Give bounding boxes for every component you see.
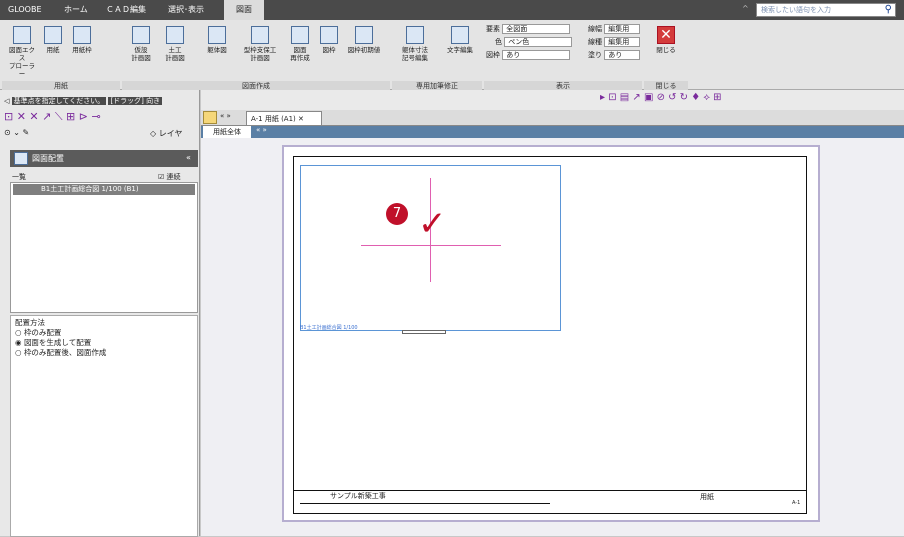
tab-nav[interactable]: « » xyxy=(220,112,231,120)
dimension-icon xyxy=(406,26,424,44)
app-menu-tab[interactable]: GLOOBE xyxy=(2,0,48,20)
paper-frame-button[interactable]: 用紙枠 xyxy=(68,26,96,54)
checkmark-icon: ✓ xyxy=(418,204,447,244)
list-item[interactable]: B1土工計画総合図 1/100 (B1) xyxy=(13,184,195,195)
explorer-icon xyxy=(13,26,31,44)
title-block-line xyxy=(300,503,550,504)
document-tab[interactable]: A-1 用紙 (A1) ✕ xyxy=(246,111,322,126)
linewidth-select[interactable]: 編集用 xyxy=(604,24,641,34)
element-row: 要素 全図面 xyxy=(486,24,571,34)
prompt-bar: ◁ 基準点を指定してください。 [ドラッグ] 向き xyxy=(4,97,163,105)
frame-defaults-button[interactable]: 図枠初期値 xyxy=(342,26,386,54)
linetype-row: 線種 編集用 xyxy=(588,37,641,47)
drawing-explorer-button[interactable]: 図面エクス プローラー xyxy=(6,26,38,78)
earthwork-icon xyxy=(166,26,184,44)
sheet-nav[interactable]: « » xyxy=(256,126,267,134)
linewidth-row: 線幅 編集用 xyxy=(588,24,641,34)
new-sheet-icon[interactable] xyxy=(203,111,217,124)
sheet-name: 用紙 xyxy=(700,493,714,501)
tab-drawing[interactable]: 図面 xyxy=(224,0,264,20)
option-frame-then-create[interactable]: ○ 枠のみ配置後、図面作成 xyxy=(15,348,193,358)
group-close: 閉じる xyxy=(644,81,688,90)
tab-cad-edit[interactable]: ＣＡＤ編集 xyxy=(100,0,152,20)
project-name: サンプル新築工事 xyxy=(330,492,386,500)
list-header: 一覧 xyxy=(12,173,26,181)
collapse-icon[interactable]: « xyxy=(186,153,191,162)
tool-options[interactable]: ⊙ ⌄ ✎ xyxy=(4,128,44,140)
text-edit-icon xyxy=(451,26,469,44)
drawing-frame-icon xyxy=(320,26,338,44)
close-button[interactable]: ✕ 閉じる xyxy=(652,26,680,54)
step-badge: 7 xyxy=(386,203,408,225)
fill-row: 塗り あり xyxy=(588,50,641,60)
redraw-icon xyxy=(291,26,309,44)
paper-frame-icon xyxy=(73,26,91,44)
color-row: 色 ペン色 xyxy=(495,37,573,47)
group-paper: 用紙 xyxy=(2,81,120,90)
cursor-horizontal xyxy=(361,245,501,246)
layer-button[interactable]: ◇ レイヤ xyxy=(150,128,198,140)
close-icon: ✕ xyxy=(657,26,675,44)
paper-button[interactable]: 用紙 xyxy=(40,26,66,54)
element-select[interactable]: 全図面 xyxy=(502,24,571,34)
option-frame-only[interactable]: ○ 枠のみ配置 xyxy=(15,328,193,338)
linetype-select[interactable]: 編集用 xyxy=(604,37,641,47)
color-select[interactable]: ペン色 xyxy=(504,37,573,47)
drawing-place-icon xyxy=(14,152,28,165)
earthwork-plan-button[interactable]: 土工 計画図 xyxy=(160,26,190,62)
frame-drawing-icon xyxy=(208,26,226,44)
eraser-icon: ◇ xyxy=(150,129,157,138)
search-icon[interactable]: ⚲ xyxy=(885,4,892,15)
frame-defaults-icon xyxy=(355,26,373,44)
group-drawing-create: 図面作成 xyxy=(122,81,390,90)
search-input[interactable]: 検索したい語句を入力 ⚲ xyxy=(756,3,896,17)
tab-select-display[interactable]: 選択･表示 xyxy=(162,0,210,20)
drawing-frame-button[interactable]: 図枠 xyxy=(318,26,340,54)
continuous-checkbox[interactable]: ☑ 連続 xyxy=(158,172,181,182)
view-caption: B1土工計画総合図 1/100 xyxy=(300,325,358,331)
sheet-tab-all[interactable]: 用紙全体 xyxy=(203,126,251,138)
dimension-edit-button[interactable]: 躯体寸法 記号編集 xyxy=(398,26,432,62)
view-handle[interactable] xyxy=(402,330,446,334)
drawing-list: B1土工計画総合図 1/100 (B1) xyxy=(10,182,198,313)
temporary-plan-icon xyxy=(132,26,150,44)
ribbon-collapse-icon[interactable]: ^ xyxy=(742,4,749,13)
frame-select[interactable]: あり xyxy=(502,50,571,60)
method-title: 配置方法 xyxy=(15,318,45,327)
sheet-tab-bar xyxy=(201,126,904,138)
temporary-plan-button[interactable]: 仮設 計画図 xyxy=(126,26,156,62)
paper-icon xyxy=(44,26,62,44)
sheet-number: A-1 xyxy=(792,500,801,506)
formwork-plan-button[interactable]: 型枠支保工 計画図 xyxy=(240,26,280,62)
tab-home[interactable]: ホーム xyxy=(58,0,94,20)
option-generate-place[interactable]: ◉ 図面を生成して配置 xyxy=(15,338,193,348)
frame-row: 図枠 あり xyxy=(486,50,571,60)
redraw-button[interactable]: 図面 再作成 xyxy=(286,26,314,62)
frame-drawing-button[interactable]: 躯体図 xyxy=(202,26,232,54)
snap-toolbar[interactable]: ⊡ ✕ ✕ ↗ ⟍ ⊞ ⊳ ⊸ xyxy=(4,110,164,124)
placement-method-group: 配置方法 ○ 枠のみ配置 ◉ 図面を生成して配置 ○ 枠のみ配置後、図面作成 xyxy=(10,315,198,537)
panel-header[interactable]: 図面配置 xyxy=(10,150,198,167)
text-edit-button[interactable]: 文字編集 xyxy=(442,26,478,54)
formwork-icon xyxy=(251,26,269,44)
view-toolbar[interactable]: ▸ ⊡ ▤ ↗ ▣ ⊘ ↺ ↻ ♦ ⟡ ⊞ xyxy=(600,92,900,106)
fill-select[interactable]: あり xyxy=(604,50,641,60)
group-display: 表示 xyxy=(484,81,642,90)
group-edit: 専用加筆修正 xyxy=(392,81,482,90)
